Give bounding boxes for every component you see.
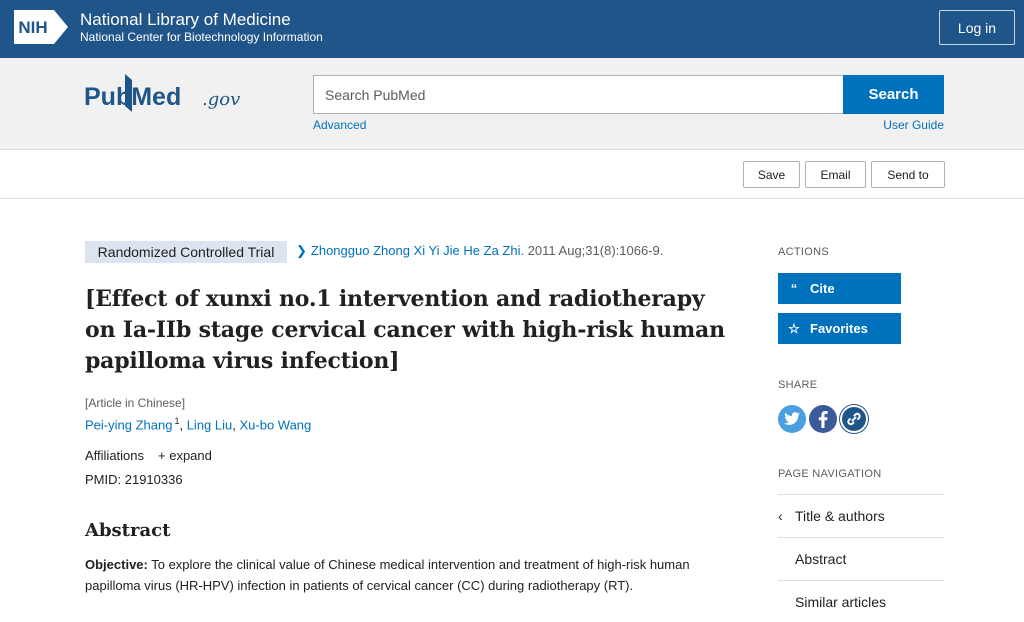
citation-text: 2011 Aug;31(8):1066-9. xyxy=(524,243,664,258)
author-link[interactable]: Xu-bo Wang xyxy=(239,417,311,432)
expand-affiliations-button[interactable]: + expand xyxy=(158,448,212,463)
save-button[interactable]: Save xyxy=(743,161,800,188)
chevron-left-icon: ‹ xyxy=(778,508,783,524)
publication-type-badge: Randomized Controlled Trial xyxy=(85,241,287,263)
title-line: on Ia-IIb stage cervical cancer with hig… xyxy=(85,317,725,343)
favorites-label: Favorites xyxy=(810,321,868,336)
cite-label: Cite xyxy=(810,281,835,296)
pmid-label: PMID: xyxy=(85,472,125,487)
nav-item-abstract[interactable]: Abstract xyxy=(778,537,944,580)
author-link[interactable]: Pei-ying Zhang xyxy=(85,417,172,432)
search-input[interactable] xyxy=(313,75,843,114)
journal-citation: ❯ Zhongguo Zhong Xi Yi Jie He Za Zhi. 201… xyxy=(296,243,663,259)
nih-logo-text: NIH xyxy=(18,18,47,37)
page-navigation-list: ‹ Title & authors Abstract Similar artic… xyxy=(778,494,944,622)
user-guide-link[interactable]: User Guide xyxy=(883,118,944,132)
nav-item-label: Abstract xyxy=(795,551,847,567)
pubmed-bookmark-icon xyxy=(125,74,132,112)
abstract-section-text: To explore the clinical value of Chinese… xyxy=(85,557,690,593)
cite-button[interactable]: “ Cite xyxy=(778,273,901,304)
pmid-value: 21910336 xyxy=(124,472,183,487)
ncbi-subtitle[interactable]: National Center for Biotechnology Inform… xyxy=(80,30,323,44)
quote-icon: “ xyxy=(790,281,798,296)
search-band: PubMed .gov Search Advanced User Guide xyxy=(0,58,1024,150)
author-link[interactable]: Ling Liu xyxy=(187,417,233,432)
abstract-text: Objective: To explore the clinical value… xyxy=(85,554,697,596)
abstract-section-label: Objective: xyxy=(85,557,148,572)
login-button[interactable]: Log in xyxy=(939,10,1015,45)
send-to-button[interactable]: Send to xyxy=(871,161,945,188)
pubmed-logo-suffix: .gov xyxy=(202,89,240,110)
title-line: papilloma virus infection] xyxy=(85,348,400,374)
search-button[interactable]: Search xyxy=(843,75,944,114)
title-line: [Effect of xunxi no.1 intervention and r… xyxy=(85,286,705,312)
chevron-right-icon: ❯ xyxy=(296,243,307,258)
author-list: Pei-ying Zhang 1, Ling Liu, Xu-bo Wang xyxy=(85,416,312,433)
pubmed-logo-text: PubMed xyxy=(84,83,181,111)
abstract-heading: Abstract xyxy=(85,520,171,541)
affiliations-row: Affiliations + expand xyxy=(85,448,212,463)
favorites-button[interactable]: ☆ Favorites xyxy=(778,313,901,344)
nih-banner: NIH National Library of Medicine Nationa… xyxy=(0,0,1024,58)
star-icon: ☆ xyxy=(788,320,800,336)
nav-item-label: Similar articles xyxy=(795,594,887,610)
journal-link[interactable]: Zhongguo Zhong Xi Yi Jie He Za Zhi. xyxy=(311,243,524,258)
facebook-icon[interactable] xyxy=(809,405,837,433)
language-note: [Article in Chinese] xyxy=(85,396,186,410)
pmid: PMID: 21910336 xyxy=(85,472,183,487)
advanced-search-link[interactable]: Advanced xyxy=(313,118,366,132)
nlm-title[interactable]: National Library of Medicine xyxy=(80,10,291,30)
pubmed-logo[interactable]: PubMed .gov xyxy=(84,72,254,120)
page-navigation-heading: PAGE NAVIGATION xyxy=(778,468,882,480)
nav-item-similar-articles[interactable]: Similar articles xyxy=(778,580,944,622)
email-button[interactable]: Email xyxy=(805,161,866,188)
article-title: [Effect of xunxi no.1 intervention and r… xyxy=(85,284,725,377)
action-toolbar: Save Email Send to xyxy=(0,151,1024,199)
nav-item-label: Title & authors xyxy=(795,508,885,524)
nav-item-title-authors[interactable]: ‹ Title & authors xyxy=(778,494,944,537)
share-heading: SHARE xyxy=(778,379,818,391)
permalink-icon[interactable] xyxy=(840,405,868,433)
affiliations-label: Affiliations xyxy=(85,448,145,463)
twitter-icon[interactable] xyxy=(778,405,806,433)
actions-heading: ACTIONS xyxy=(778,246,829,258)
nih-logo-icon[interactable]: NIH xyxy=(14,10,68,44)
